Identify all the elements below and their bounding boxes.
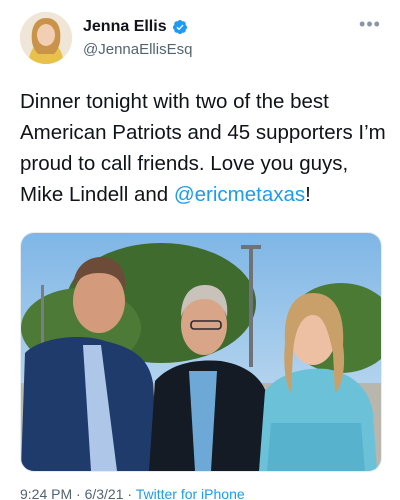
- avatar-image: [20, 12, 72, 64]
- tweet-text-end: !: [305, 183, 311, 206]
- author-handle[interactable]: @JennaEllisEsq: [83, 41, 192, 58]
- tweet-metadata: 9:24 PM · 6/3/21 · Twitter for iPhone: [20, 486, 380, 500]
- author-display-name[interactable]: Jenna Ellis: [83, 18, 167, 36]
- author-name-row: Jenna Ellis: [83, 18, 188, 36]
- photo-image: [21, 233, 381, 471]
- verified-badge-icon: [172, 20, 187, 35]
- mention-link[interactable]: @ericmetaxas: [174, 183, 305, 206]
- tweet-photo[interactable]: [20, 232, 382, 472]
- tweet-source-app[interactable]: Twitter for iPhone: [136, 486, 245, 500]
- more-horizontal-icon[interactable]: •••: [358, 15, 382, 34]
- tweet-text: Dinner tonight with two of the best Amer…: [20, 86, 388, 210]
- avatar[interactable]: [20, 12, 72, 64]
- tweet-timestamp[interactable]: 9:24 PM · 6/3/21 ·: [20, 486, 136, 500]
- tweet: Jenna Ellis @JennaEllisEsq ••• Dinner to…: [0, 0, 400, 500]
